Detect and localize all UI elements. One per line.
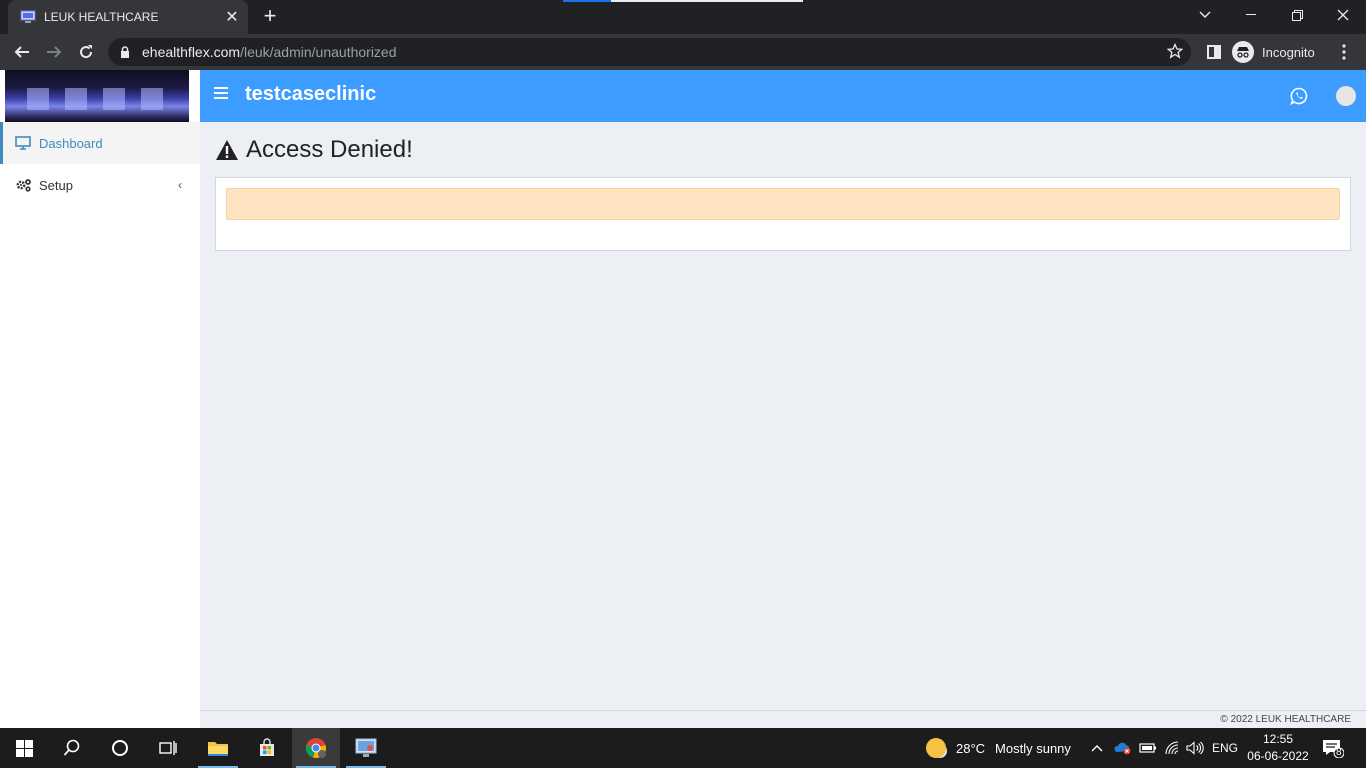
close-window-button[interactable]	[1320, 0, 1366, 30]
lock-icon[interactable]	[120, 46, 130, 58]
loading-progress-bar	[563, 0, 803, 2]
volume-icon[interactable]	[1186, 728, 1204, 768]
warning-icon	[215, 139, 239, 161]
system-clock[interactable]: 12:55 06-06-2022	[1244, 731, 1312, 765]
weather-condition: Mostly sunny	[995, 740, 1071, 756]
weather-temperature: 28°C	[956, 740, 986, 756]
sidebar-item-label: Dashboard	[39, 135, 103, 151]
monitor-icon	[15, 136, 33, 150]
partly-sunny-icon	[926, 738, 946, 758]
sidebar-item-setup[interactable]: Setup ‹	[0, 164, 200, 206]
browser-menu-icon[interactable]	[1330, 38, 1358, 66]
whatsapp-icon[interactable]	[1290, 87, 1308, 110]
clock-time: 12:55	[1262, 732, 1294, 746]
show-hidden-icons-chevron-icon[interactable]	[1091, 728, 1103, 768]
restore-button[interactable]	[1274, 0, 1320, 30]
page-footer: © 2022 LEUK HEALTHCARE	[200, 710, 1366, 728]
clock-date: 06-06-2022	[1247, 749, 1309, 763]
sidebar: Dashboard Setup ‹	[0, 70, 200, 728]
reload-button[interactable]	[72, 38, 100, 66]
input-language-indicator[interactable]: ENG	[1212, 728, 1238, 768]
tab-close-icon[interactable]: ✕	[220, 7, 244, 27]
chrome-icon[interactable]	[292, 728, 340, 768]
sidebar-item-dashboard[interactable]: Dashboard	[0, 122, 200, 164]
gears-icon	[15, 178, 33, 192]
web-page: Dashboard Setup ‹ testcaseclinic Access …	[0, 70, 1366, 728]
notifications-icon[interactable]: 8	[1322, 728, 1344, 768]
content-box	[215, 177, 1351, 251]
back-button[interactable]	[8, 38, 36, 66]
top-navbar: testcaseclinic	[200, 70, 1366, 122]
windows-taskbar: 28°C Mostly sunny ENG 12:55 06-06-2022 8	[0, 728, 1366, 768]
minimize-button[interactable]	[1228, 0, 1274, 30]
remote-desktop-icon[interactable]	[342, 728, 390, 768]
onedrive-error-icon[interactable]	[1114, 728, 1132, 768]
chevron-left-icon: ‹	[178, 178, 182, 192]
clinic-name[interactable]: testcaseclinic	[245, 83, 376, 106]
side-panel-icon[interactable]	[1200, 38, 1228, 66]
address-bar[interactable]: ehealthflex.com/leuk/admin/unauthorized	[108, 38, 1191, 66]
main-content: Access Denied!	[200, 122, 1366, 710]
file-explorer-icon[interactable]	[194, 728, 242, 768]
browser-toolbar: ehealthflex.com/leuk/admin/unauthorized …	[0, 34, 1366, 70]
windows-start-icon[interactable]	[0, 728, 48, 768]
task-view-icon[interactable]	[144, 728, 192, 768]
microsoft-store-icon[interactable]	[243, 728, 291, 768]
weather-widget[interactable]: 28°C Mostly sunny	[926, 728, 1071, 768]
page-title: Access Denied!	[246, 136, 413, 163]
browser-tab[interactable]: LEUK HEALTHCARE ✕	[8, 0, 248, 34]
battery-icon[interactable]	[1139, 728, 1157, 768]
hamburger-menu-icon[interactable]	[214, 87, 228, 101]
notification-count: 8	[1336, 747, 1342, 758]
page-header: Access Denied!	[215, 136, 413, 164]
tab-title: LEUK HEALTHCARE	[44, 10, 159, 24]
cortana-icon[interactable]	[96, 728, 144, 768]
browser-tab-strip: LEUK HEALTHCARE ✕ +	[0, 0, 1366, 34]
footer-copyright: © 2022 LEUK HEALTHCARE	[1220, 714, 1351, 725]
new-tab-button[interactable]: +	[258, 5, 282, 29]
bookmark-star-icon[interactable]	[1166, 42, 1184, 64]
incognito-indicator[interactable]: Incognito	[1232, 38, 1315, 66]
site-favicon-icon	[20, 10, 36, 23]
brand-logo-image[interactable]	[5, 70, 189, 122]
sidebar-item-label: Setup	[39, 177, 73, 193]
incognito-icon	[1232, 41, 1254, 63]
warning-alert	[226, 188, 1340, 220]
forward-button[interactable]	[40, 38, 68, 66]
tab-search-chevron-icon[interactable]	[1182, 0, 1228, 30]
incognito-label: Incognito	[1262, 44, 1315, 60]
url-text: ehealthflex.com/leuk/admin/unauthorized	[142, 44, 397, 60]
search-icon[interactable]	[48, 728, 96, 768]
wifi-icon[interactable]	[1164, 728, 1180, 768]
user-avatar[interactable]	[1336, 86, 1356, 106]
